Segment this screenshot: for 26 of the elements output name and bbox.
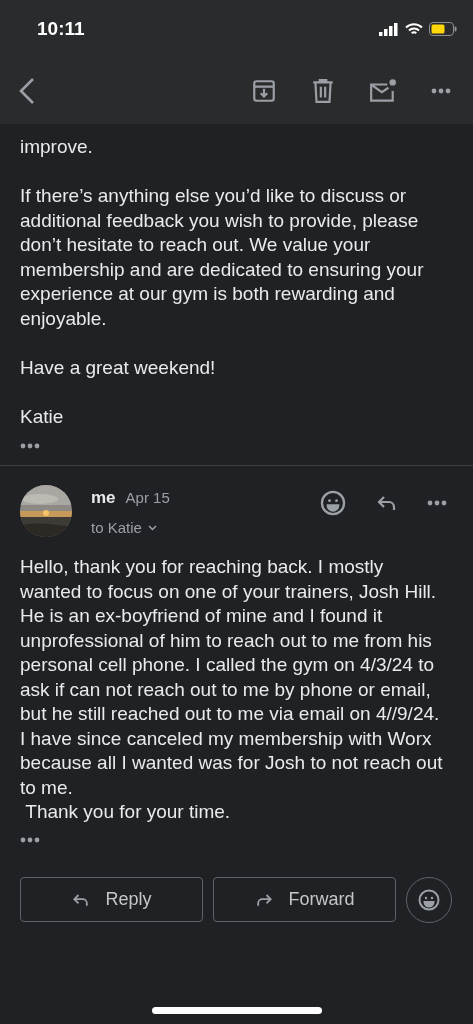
archive-icon[interactable] xyxy=(251,78,277,104)
battery-icon xyxy=(429,22,457,36)
back-icon[interactable] xyxy=(18,77,36,105)
mail-unread-icon[interactable] xyxy=(369,78,397,104)
message-paragraph: Have a great weekend! xyxy=(20,355,217,380)
message-paragraph: Thank you for your time. xyxy=(24,800,232,824)
smiley-icon xyxy=(417,887,441,912)
reply-button[interactable]: Reply xyxy=(20,877,203,922)
show-more-icon[interactable] xyxy=(20,443,40,449)
trash-icon[interactable] xyxy=(311,78,335,104)
signal-icon xyxy=(379,22,399,36)
forward-button[interactable]: Forward xyxy=(213,877,396,922)
smiley-icon xyxy=(319,489,347,517)
show-more-icon[interactable] xyxy=(20,836,40,843)
sender-name: me xyxy=(91,487,116,509)
wifi-icon xyxy=(405,22,423,36)
more-icon[interactable] xyxy=(431,88,451,94)
message-paragraph: improve. xyxy=(20,135,94,159)
status-time: 10:11 xyxy=(37,16,85,41)
message-paragraph: Hello, thank you for reaching back. I mostly wanted to focus on one of your trainers, Josh Hill. He is an ex-boyfriend of mine and I found it unprofessional of him to reach out to me from his personal cell phone. I called the gym on 4/3/24 to ask if can not reach out to me by phone or email, but he still reached out to me via email on 4//9/24. I have since canceled my membership with Worx because all I wanted was for Josh to not reach out to me. xyxy=(20,555,444,800)
recipient-toggle[interactable]: to Katie xyxy=(91,516,170,539)
more-icon[interactable] xyxy=(427,500,447,506)
chevron-down-icon xyxy=(147,524,157,531)
message-date: Apr 15 xyxy=(125,488,170,508)
message-paragraph: Katie xyxy=(20,404,65,429)
message-paragraph: If there’s anything else you’d like to discuss or additional feedback you wish to provide, please don’t hesitate to reach out. We value your membership and are dedicated to ensuring your experience at our gym is both rewarding and enjoyable. xyxy=(20,184,425,331)
